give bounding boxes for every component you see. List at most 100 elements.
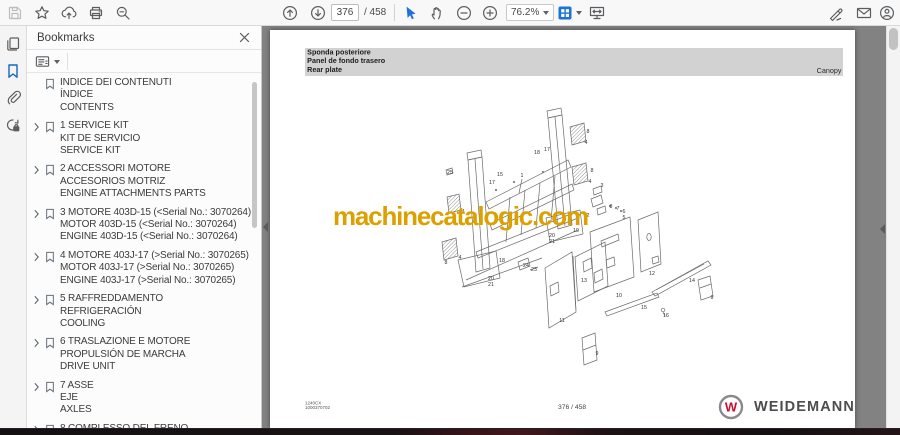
bookmark-options-icon[interactable] <box>35 54 60 69</box>
part-number-label: 4 <box>589 179 592 185</box>
bookmark-icon <box>45 163 60 177</box>
bookmark-icon <box>45 380 60 393</box>
chevron-down-icon[interactable] <box>576 11 582 15</box>
page-title-it: Sponda posteriore <box>307 48 371 57</box>
part-number-label: 25 <box>447 170 453 176</box>
search-icon[interactable] <box>114 4 132 22</box>
bookmarks-panel: Bookmarks INDICE DEI CONTENUTI ÍNDICE CONT… <box>27 26 262 428</box>
bookmark-icon <box>45 120 60 133</box>
top-toolbar: / 458 76.2% <box>0 0 900 26</box>
diagram-labels: 2518 17841151784328 7 654841920211824232021… <box>445 129 714 357</box>
attachments-icon[interactable] <box>3 88 23 108</box>
bookmark-item[interactable]: 1 SERVICE KIT KIT DE SERVICIO SERVICE KIT <box>27 117 261 160</box>
page-footer-model: 1240CX 1000370702 <box>305 400 331 410</box>
part-number-label: 8 <box>445 260 448 266</box>
scrollbar-thumb[interactable] <box>889 28 898 50</box>
bookmark-label: 6 TRASLAZIONE E MOTORE PROPULSIÓN DE MARC… <box>60 336 191 373</box>
parts-diagram: 2518 17841151784328 7 654841920211824232021… <box>441 107 714 366</box>
chevron-down-icon <box>54 59 60 64</box>
part-number-label: 3 <box>601 183 604 189</box>
part-number-label: 17 <box>544 147 550 153</box>
bookmark-item[interactable]: 7 ASSE EJE AXLES <box>27 377 261 420</box>
print-icon[interactable] <box>87 4 105 22</box>
bookmarks-scrollbar[interactable] <box>252 82 257 228</box>
part-number-label: 18 <box>499 258 505 264</box>
bookmarks-icon[interactable] <box>3 61 23 81</box>
star-icon[interactable] <box>33 4 51 22</box>
page-down-icon[interactable] <box>309 4 327 22</box>
bookmark-icon <box>45 250 60 263</box>
chevron-right-icon[interactable] <box>33 380 45 392</box>
bookmark-item[interactable]: 2 ACCESSORI MOTORE ACCESORIOS MOTRIZ ENGIN… <box>27 160 261 203</box>
zoom-out-icon[interactable] <box>455 4 473 22</box>
bookmark-icon <box>45 207 60 220</box>
chevron-right-icon[interactable] <box>33 120 45 132</box>
select-tool-icon[interactable] <box>401 4 419 22</box>
page-thumbnails-icon[interactable] <box>3 34 23 54</box>
taskbar-edge <box>0 428 900 435</box>
close-icon[interactable] <box>238 31 251 44</box>
bookmark-item[interactable]: 4 MOTORE 403J-17 (>Serial No.: 3070265) M… <box>27 247 261 290</box>
bookmark-item[interactable]: 6 TRASLAZIONE E MOTORE PROPULSIÓN DE MARC… <box>27 333 261 376</box>
page-up-icon[interactable] <box>281 4 299 22</box>
bookmarks-list: INDICE DEI CONTENUTI ÍNDICE CONTENTS 1 SERV… <box>27 74 261 428</box>
zoom-level-dropdown[interactable]: 76.2% <box>506 4 554 21</box>
hand-tool-icon[interactable] <box>428 4 446 22</box>
bookmark-label: 1 SERVICE KIT KIT DE SERVICIO SERVICE KIT <box>60 120 141 157</box>
bookmark-label: INDICE DEI CONTENUTI ÍNDICE CONTENTS <box>60 77 172 113</box>
part-number-label: 8 <box>591 168 594 174</box>
svg-text:W: W <box>725 400 738 415</box>
page-title-en: Rear plate <box>307 66 342 75</box>
chevron-right-icon[interactable] <box>33 293 45 305</box>
part-number-label: 9 <box>596 351 599 357</box>
part-number-label: 18 <box>534 150 540 156</box>
save-icon[interactable] <box>6 4 24 22</box>
bookmark-label: 3 MOTORE 403D-15 (<Serial No.: 3070264) M… <box>60 206 252 243</box>
chevron-right-icon[interactable] <box>33 207 45 219</box>
diagram-linework <box>441 107 714 366</box>
bookmark-item[interactable]: INDICE DEI CONTENUTI ÍNDICE CONTENTS <box>27 74 261 117</box>
fill-sign-icon[interactable] <box>827 4 845 22</box>
part-number-label: 11 <box>559 318 565 324</box>
bookmark-icon <box>45 77 60 90</box>
document-viewport[interactable]: Sponda posteriore Panel de fondo trasero… <box>262 26 886 428</box>
share-upload-icon[interactable] <box>60 4 78 22</box>
page-display-icon[interactable] <box>556 4 574 22</box>
bookmark-label: 7 ASSE EJE AXLES <box>60 379 94 416</box>
part-number-label: 4 <box>585 140 588 146</box>
collapse-panel-icon[interactable] <box>263 222 268 232</box>
part-number-label: 15 <box>497 172 503 178</box>
chevron-down-icon <box>543 10 549 15</box>
part-number-label: 16 <box>663 313 669 319</box>
part-number-label: 15 <box>641 305 647 311</box>
chevron-right-icon[interactable] <box>33 250 45 262</box>
part-number-label: 5 <box>623 215 626 221</box>
pdf-page: Sponda posteriore Panel de fondo trasero… <box>270 30 855 428</box>
fit-width-icon[interactable] <box>588 4 606 22</box>
email-icon[interactable] <box>855 4 873 22</box>
bookmark-item[interactable]: 5 RAFFREDDAMENTO REFRIGERACIÓN COOLING <box>27 290 261 333</box>
page-number-input[interactable] <box>331 4 359 21</box>
navigation-rail <box>0 26 27 428</box>
part-number-label: 8 <box>587 129 590 135</box>
bookmarks-panel-toolbar <box>27 50 261 73</box>
brand-name: WEIDEMANN <box>754 399 855 415</box>
part-number-label: 21 <box>549 239 555 245</box>
vertical-scrollbar[interactable] <box>886 26 900 428</box>
part-number-label: 9 <box>711 295 714 301</box>
panel-title: Bookmarks <box>37 32 95 44</box>
page-total-label: / 458 <box>364 7 387 18</box>
collapse-right-pane-icon[interactable] <box>880 224 885 234</box>
signatures-icon[interactable] <box>3 115 23 135</box>
chevron-right-icon[interactable] <box>33 163 45 175</box>
bookmark-item[interactable]: 8 COMPLESSO DEL FRENOMONTAJE DE FRENOBRA… <box>27 420 261 428</box>
bookmark-icon <box>45 336 60 349</box>
account-icon[interactable] <box>878 4 896 22</box>
zoom-level-value: 76.2% <box>511 7 540 18</box>
bookmark-item[interactable]: 3 MOTORE 403D-15 (<Serial No.: 3070264) M… <box>27 204 261 247</box>
page-header-right-label: Canopy <box>816 67 841 75</box>
zoom-in-icon[interactable] <box>481 4 499 22</box>
page-footer-page-number: 376 / 458 <box>558 403 587 411</box>
chevron-right-icon[interactable] <box>33 336 45 348</box>
